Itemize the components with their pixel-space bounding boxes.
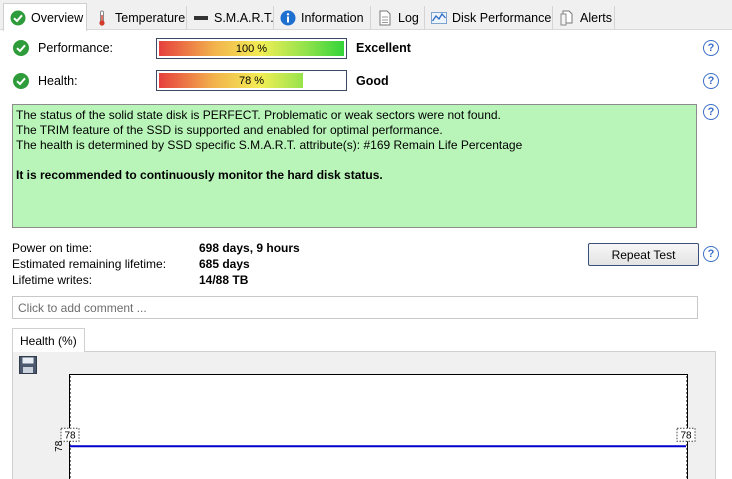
data-label: 78 <box>64 430 76 441</box>
health-chart: 78 7878 <box>54 374 696 479</box>
chart-plot-area <box>69 374 688 479</box>
y-tick-label: 78 <box>54 440 65 452</box>
data-label: 78 <box>680 430 692 441</box>
